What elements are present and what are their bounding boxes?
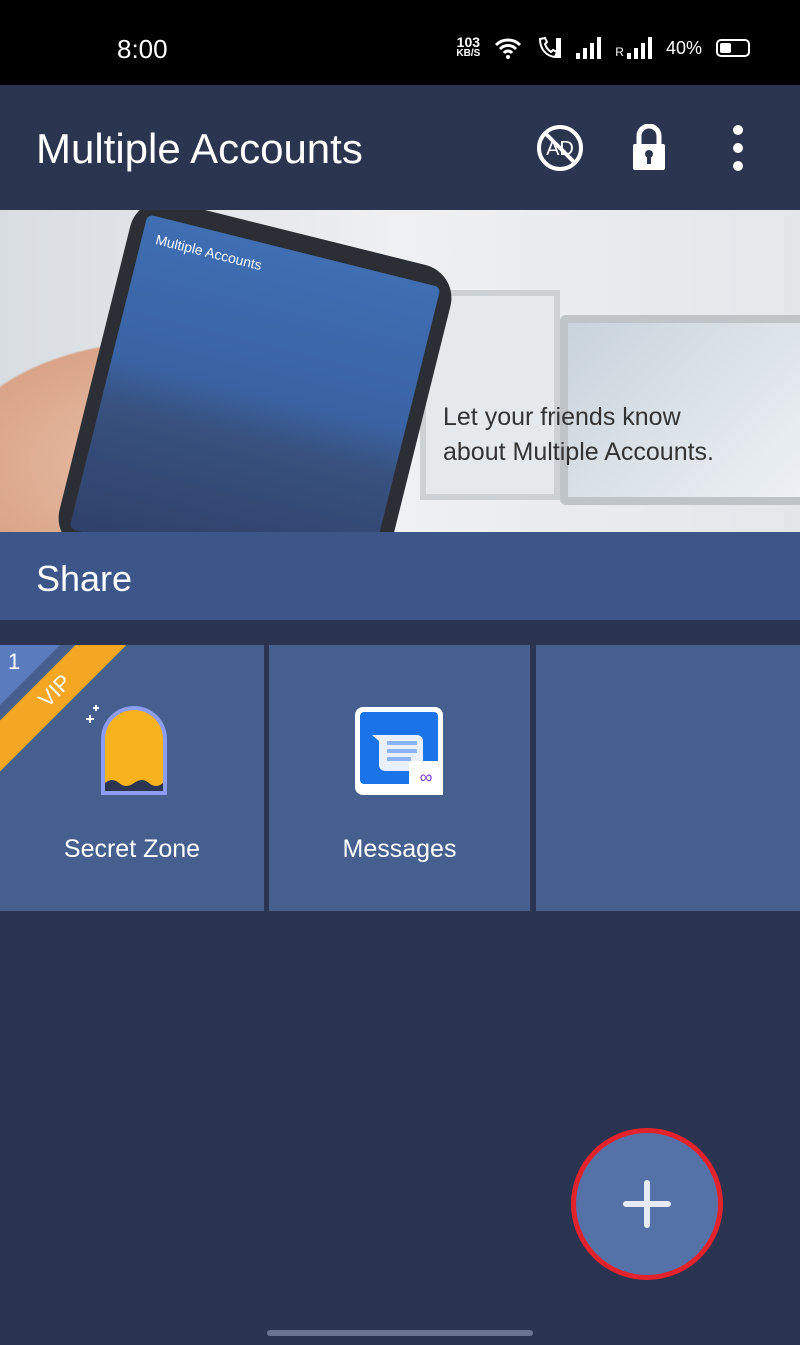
- share-button[interactable]: Share: [0, 532, 800, 620]
- tile-label: Messages: [342, 835, 457, 863]
- gesture-bar[interactable]: [267, 1330, 533, 1336]
- status-bar: 8:00 103 KB/S R 40%: [0, 0, 800, 85]
- phone-image: Multiple Accounts: [51, 210, 459, 532]
- signal-sim2-icon: R: [615, 37, 652, 59]
- banner-text: Let your friends know about Multiple Acco…: [443, 403, 714, 466]
- status-time: 8:00: [117, 34, 168, 64]
- share-banner[interactable]: Multiple Accounts Let your friends know a…: [0, 210, 800, 532]
- tile-label: Secret Zone: [63, 835, 201, 863]
- plus-icon: [623, 1180, 671, 1228]
- battery-percent: 40%: [665, 37, 702, 58]
- net-speed: 103 KB/S: [456, 34, 481, 59]
- signal-sim1-icon: [576, 37, 602, 59]
- tile-empty[interactable]: [536, 645, 800, 911]
- no-ads-icon[interactable]: AD: [535, 123, 585, 173]
- app-title: Multiple Accounts: [36, 125, 363, 172]
- wifi-icon: [495, 38, 522, 59]
- app-bar: Multiple Accounts AD: [0, 85, 800, 210]
- tile-messages[interactable]: ∞ Messages: [269, 645, 530, 911]
- tile-secret-zone[interactable]: VIP 1 Secret Zone: [0, 645, 264, 911]
- add-app-button[interactable]: [571, 1128, 723, 1280]
- curtain-icon: [86, 705, 167, 795]
- battery-icon: [716, 39, 750, 57]
- more-vert-icon[interactable]: [713, 123, 763, 173]
- messages-icon: ∞: [355, 707, 443, 795]
- svg-text:∞: ∞: [420, 767, 433, 787]
- volte-call-icon: [539, 36, 562, 59]
- vip-count: 1: [8, 649, 21, 674]
- lock-icon[interactable]: [624, 123, 674, 173]
